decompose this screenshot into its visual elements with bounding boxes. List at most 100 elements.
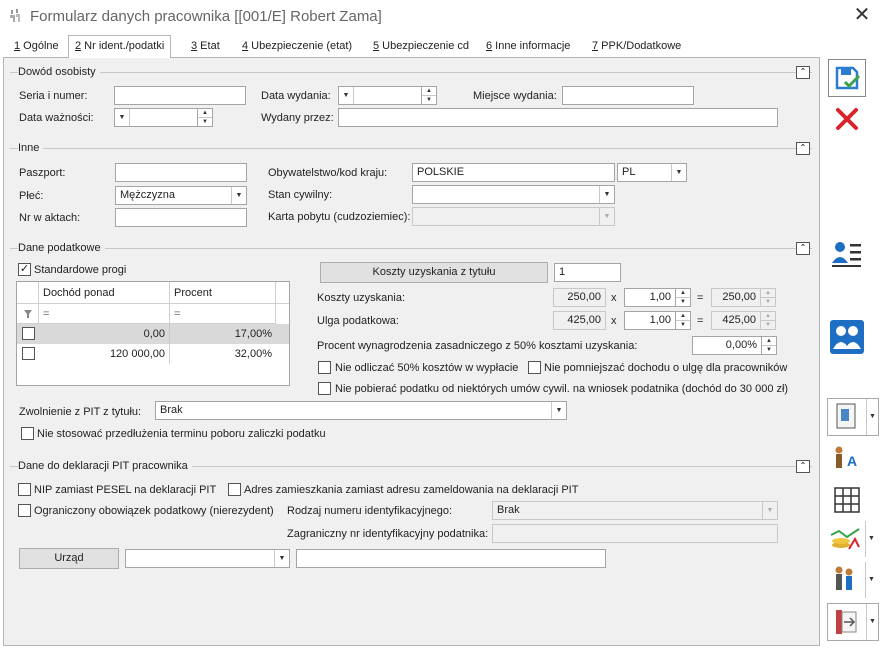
koszty-mult-input[interactable]: 1,00: [624, 288, 676, 307]
paszport-input[interactable]: [115, 163, 247, 182]
window-title: Formularz danych pracownika [[001/E] Rob…: [30, 8, 382, 25]
procent-input[interactable]: 0,00%: [692, 336, 762, 355]
zagraniczny-input: [492, 524, 778, 543]
adres-label: Adres zamieszkania zamiast adresu zameld…: [244, 484, 579, 496]
chevron-down-icon[interactable]: ▼: [551, 402, 566, 419]
standardowe-checkbox[interactable]: ✓: [18, 263, 31, 276]
zwolnienie-value: Brak: [160, 404, 183, 416]
chevron-down-icon[interactable]: ▼: [866, 399, 878, 435]
save-button[interactable]: [828, 59, 866, 97]
chevron-down-icon[interactable]: ▼: [599, 186, 614, 203]
collapse-icon[interactable]: ⌃: [796, 66, 810, 79]
nr-akt-label: Nr w aktach:: [19, 212, 81, 224]
ulga-label: Ulga podatkowa:: [317, 315, 399, 327]
data-wydania-label: Data wydania:: [261, 90, 331, 102]
filter-icon[interactable]: [17, 304, 39, 324]
filter-dochod[interactable]: =: [39, 304, 170, 324]
grid-header-procent[interactable]: Procent: [170, 282, 276, 304]
rodzaj-label: Rodzaj numeru identyfikacyjnego:: [287, 505, 453, 517]
section-divider: [10, 148, 812, 149]
cancel-button[interactable]: [828, 100, 866, 138]
row-checkbox[interactable]: [22, 347, 35, 360]
contact-card-button[interactable]: [828, 234, 866, 272]
standardowe-label: Standardowe progi: [34, 264, 127, 276]
chevron-down-icon[interactable]: ▼: [231, 187, 246, 204]
equals-sign: =: [697, 292, 704, 304]
document-menu-button[interactable]: ▼: [827, 398, 879, 436]
stan-label: Stan cywilny:: [268, 189, 333, 201]
close-icon[interactable]: ✕: [850, 4, 874, 28]
nie-stosowac-checkbox[interactable]: [21, 427, 34, 440]
adres-checkbox[interactable]: [228, 483, 241, 496]
svg-text:A: A: [847, 453, 857, 469]
chevron-down-icon[interactable]: ▼: [274, 550, 289, 567]
urzad-select[interactable]: ▼: [125, 549, 290, 568]
data-wydania-spinner[interactable]: ▲ ▼: [421, 86, 437, 105]
tab-inne-informacje[interactable]: 6 Inne informacje: [480, 36, 576, 58]
section-title-dowod: Dowód osobisty: [18, 66, 100, 78]
koszty-tytulu-button[interactable]: Koszty uzyskania z tytułu: [320, 262, 548, 283]
tab-etat[interactable]: 3 Etat: [185, 36, 226, 58]
grid-button[interactable]: [828, 481, 866, 519]
app-icon: [10, 9, 20, 22]
nie-pomniejszac-checkbox[interactable]: [528, 361, 541, 374]
miejsce-input[interactable]: [562, 86, 694, 105]
koszty-tytulu-input[interactable]: 1: [554, 263, 621, 282]
zwolnienie-select[interactable]: Brak ▼: [155, 401, 567, 420]
row-checkbox[interactable]: [22, 327, 35, 340]
ulga-mult-spinner[interactable]: ▲ ▼: [675, 311, 691, 330]
chevron-down-icon[interactable]: ▼: [865, 562, 877, 598]
nr-akt-input[interactable]: [115, 208, 247, 227]
text-edit-button[interactable]: A: [828, 441, 866, 479]
tab-nr-ident[interactable]: 2 Nr ident./podatki: [68, 35, 172, 58]
collapse-icon[interactable]: ⌃: [796, 242, 810, 255]
nie-odliczac-checkbox[interactable]: [318, 361, 331, 374]
wydany-input[interactable]: [338, 108, 778, 127]
nip-checkbox[interactable]: [18, 483, 31, 496]
grid-header-dochod[interactable]: Dochód ponad: [39, 282, 170, 304]
ulga-result-spinner: ▲ ▼: [760, 311, 776, 330]
chevron-down-icon[interactable]: ▼: [115, 109, 130, 126]
data-wydania-input[interactable]: ▼: [338, 86, 422, 105]
zagraniczny-label: Zagraniczny nr identyfikacyjny podatnika…: [287, 528, 489, 540]
collapse-icon[interactable]: ⌃: [796, 142, 810, 155]
contact-card-icon: [832, 242, 861, 267]
collapse-icon[interactable]: ⌃: [796, 460, 810, 473]
ograniczony-checkbox[interactable]: [18, 504, 31, 517]
procent-spinner[interactable]: ▲ ▼: [761, 336, 777, 355]
users-button[interactable]: [828, 318, 866, 356]
nip-label: NIP zamiast PESEL na deklaracji PIT: [34, 484, 217, 496]
people-menu-button[interactable]: ▼: [827, 562, 879, 600]
urzad-name-input[interactable]: [296, 549, 606, 568]
finance-menu-button[interactable]: ▼: [827, 521, 879, 559]
data-waznosci-input[interactable]: ▼: [114, 108, 198, 127]
ulga-result: 425,00: [711, 311, 761, 330]
cell-dochod: 0,00: [39, 324, 170, 344]
tab-ogolne[interactable]: 1 Ogólne: [8, 36, 65, 58]
users-icon: [830, 320, 864, 354]
chevron-down-icon[interactable]: ▼: [865, 521, 877, 557]
chevron-down-icon[interactable]: ▼: [339, 87, 354, 104]
ulga-mult-input[interactable]: 1,00: [624, 311, 676, 330]
nie-pobierac-checkbox[interactable]: [318, 382, 331, 395]
filter-procent[interactable]: =: [170, 304, 276, 324]
export-menu-button[interactable]: ▼: [827, 603, 879, 641]
tab-bar: 1 Ogólne 2 Nr ident./podatki 3 Etat 4 Ub…: [0, 35, 820, 58]
chevron-down-icon[interactable]: ▼: [671, 164, 686, 181]
obywatelstwo-input[interactable]: POLSKIE: [412, 163, 615, 182]
tab-ubezpieczenie-etat[interactable]: 4 Ubezpieczenie (etat): [236, 36, 358, 58]
text-edit-icon: A: [835, 446, 857, 469]
data-waznosci-spinner[interactable]: ▲ ▼: [197, 108, 213, 127]
seria-input[interactable]: [114, 86, 246, 105]
stan-select[interactable]: ▼: [412, 185, 615, 204]
section-title-pit: Dane do deklaracji PIT pracownika: [18, 460, 192, 472]
chevron-down-icon[interactable]: ▼: [866, 604, 878, 640]
koszty-mult-spinner[interactable]: ▲ ▼: [675, 288, 691, 307]
plec-select[interactable]: Mężczyzna ▼: [115, 186, 247, 205]
tab-ubezpieczenie-cd[interactable]: 5 Ubezpieczenie cd: [367, 36, 475, 58]
tab-ppk-dodatkowe[interactable]: 7 PPK/Dodatkowe: [586, 36, 687, 58]
kraj-select[interactable]: PL ▼: [617, 163, 687, 182]
title-bar: Formularz danych pracownika [[001/E] Rob…: [0, 0, 886, 33]
times-sign: x: [611, 315, 617, 327]
urzad-button[interactable]: Urząd: [19, 548, 119, 569]
